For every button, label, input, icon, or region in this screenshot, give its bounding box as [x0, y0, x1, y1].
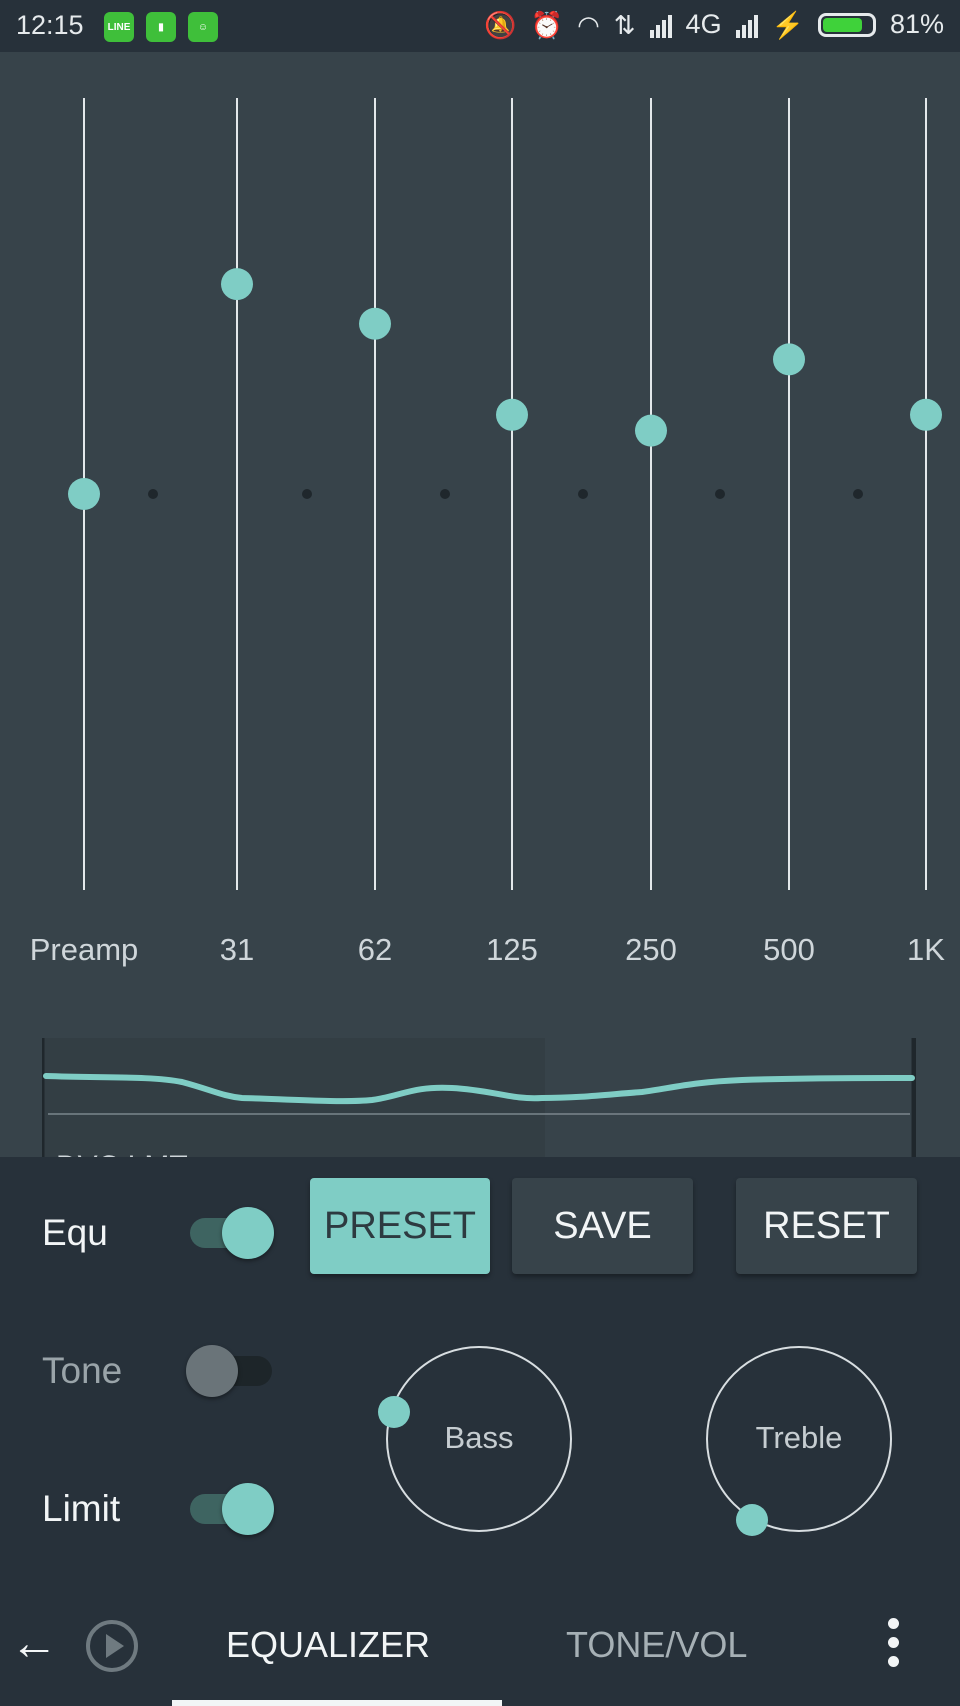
- limit-label: Limit: [42, 1488, 121, 1529]
- signal-bars-icon: [735, 12, 758, 38]
- active-tab-indicator: [172, 1700, 502, 1706]
- more-options-icon[interactable]: [888, 1618, 900, 1678]
- slider-thumb-62[interactable]: [359, 307, 391, 340]
- bass-label: Bass: [444, 1420, 514, 1455]
- bass-knob[interactable]: Bass: [378, 1346, 572, 1532]
- status-bar: 12:15 LINE ▮ ☺ 🔕 ⏰ ◠ ⇅ 4G ⚡ 81%: [0, 0, 960, 52]
- charging-icon: ⚡: [771, 9, 804, 40]
- back-arrow-icon[interactable]: ←: [10, 1616, 58, 1671]
- tab-equalizer[interactable]: EQUALIZER: [226, 1624, 430, 1666]
- data-transfer-icon: ⇅: [613, 9, 636, 40]
- alarm-icon: ⏰: [530, 9, 564, 40]
- band-label-62: 62: [357, 932, 393, 967]
- tab-tone-vol[interactable]: TONE/VOL: [566, 1624, 747, 1666]
- zero-marker: [578, 489, 588, 499]
- vibrate-off-icon: 🔕: [484, 9, 517, 40]
- slider-thumb-1k[interactable]: [910, 398, 942, 431]
- slider-thumb-125[interactable]: [496, 398, 528, 431]
- zero-marker: [302, 489, 312, 499]
- slider-thumb-500[interactable]: [773, 343, 805, 376]
- band-label-250: 250: [625, 932, 677, 967]
- equalizer-sliders[interactable]: [0, 52, 960, 932]
- treble-label: Treble: [755, 1420, 843, 1455]
- band-label-500: 500: [763, 932, 815, 967]
- limit-toggle[interactable]: [186, 1483, 274, 1535]
- preset-button[interactable]: PRESET: [310, 1178, 490, 1274]
- band-label-preamp: Preamp: [29, 932, 139, 967]
- slider-thumb-250[interactable]: [635, 414, 667, 447]
- band-label-125: 125: [486, 932, 538, 967]
- treble-knob[interactable]: Treble: [706, 1346, 892, 1536]
- bottom-nav: ← EQUALIZER TONE/VOL: [0, 1592, 960, 1706]
- band-label-31: 31: [219, 932, 255, 967]
- band-label-1k: 1K: [907, 932, 945, 967]
- zero-marker: [440, 489, 450, 499]
- line-app-icon: LINE: [104, 12, 134, 42]
- slider-thumb-31[interactable]: [221, 268, 253, 301]
- tone-label: Tone: [42, 1350, 123, 1391]
- battery-percent: 81%: [889, 9, 944, 39]
- equalizer-panel: Preamp31621252505001K DVC LMT: [0, 52, 960, 1187]
- reset-button[interactable]: RESET: [736, 1178, 917, 1274]
- cat-app-icon: ☺: [188, 12, 218, 42]
- tone-toggle[interactable]: [186, 1345, 274, 1397]
- play-icon[interactable]: [86, 1620, 138, 1672]
- treble-knob-indicator[interactable]: [736, 1504, 768, 1536]
- wifi-icon: ◠: [577, 9, 600, 40]
- zero-marker: [853, 489, 863, 499]
- equ-label: Equ: [42, 1212, 108, 1253]
- equ-toggle[interactable]: [186, 1207, 274, 1259]
- save-button[interactable]: SAVE: [512, 1178, 693, 1274]
- signal-bars-icon: [649, 12, 672, 38]
- battery-saver-app-icon: ▮: [146, 12, 176, 42]
- network-type: 4G: [685, 9, 722, 39]
- status-time: 12:15: [16, 10, 84, 40]
- zero-marker: [715, 489, 725, 499]
- bass-knob-indicator[interactable]: [378, 1396, 410, 1428]
- battery-icon: [817, 12, 876, 37]
- slider-thumb-preamp[interactable]: [68, 478, 100, 510]
- zero-marker: [148, 489, 158, 499]
